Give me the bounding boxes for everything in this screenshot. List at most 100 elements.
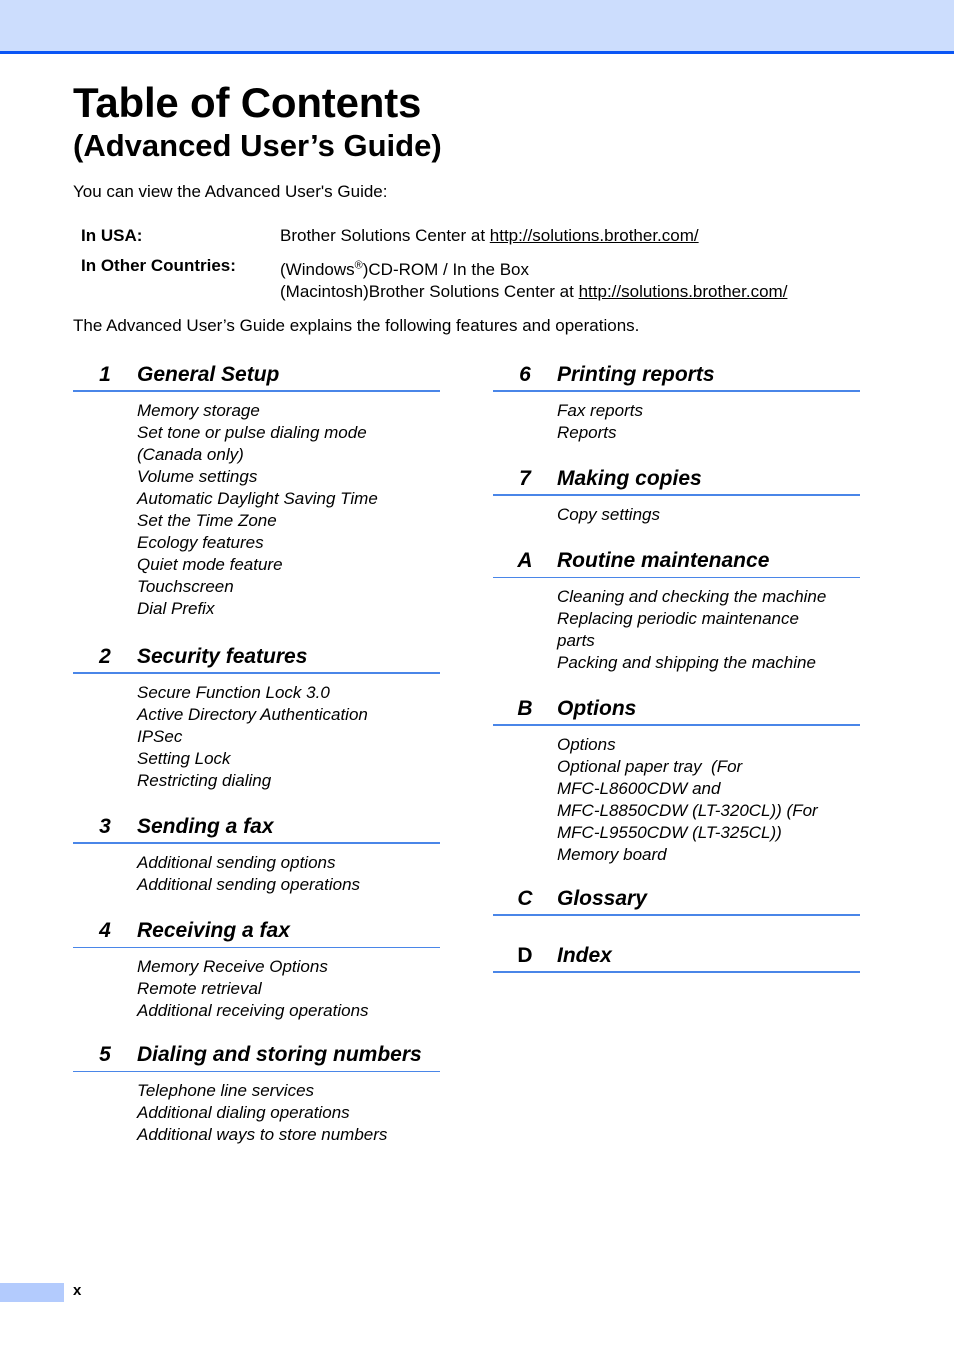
macintosh-label: (Macintosh)Brother Solutions Center at: [280, 282, 579, 301]
chapter-topic[interactable]: Memory Receive Options: [137, 956, 440, 978]
toc-column-right: 6 Printing reports Fax reports Reports 7 Maki…: [493, 360, 860, 973]
chapter-topic-list: Copy settings: [493, 496, 860, 526]
chapter-topic[interactable]: Additional dialing operations: [137, 1102, 440, 1124]
chapter-title[interactable]: Dialing and storing numbers: [137, 1040, 422, 1070]
chapter-topic[interactable]: Memory board: [557, 844, 860, 866]
chapter-topic[interactable]: Additional ways to store numbers: [137, 1124, 440, 1146]
chapter-heading[interactable]: 2 Security features: [73, 642, 440, 674]
chapter-topic[interactable]: Packing and shipping the machine: [557, 652, 860, 674]
chapter-number: 5: [99, 1043, 111, 1066]
chapter-topic[interactable]: Automatic Daylight Saving Time: [137, 488, 440, 510]
solutions-center-link-usa[interactable]: http://solutions.brother.com/: [490, 226, 699, 245]
chapter-heading[interactable]: 4 Receiving a fax: [73, 916, 440, 948]
chapter-topic[interactable]: MFC-L8600CDW and: [557, 778, 860, 800]
chapter-topic[interactable]: Reports: [557, 422, 860, 444]
chapter-title[interactable]: Making copies: [557, 464, 702, 494]
chapter-topic[interactable]: Cleaning and checking the machine: [557, 586, 860, 608]
chapter-number: C: [517, 887, 533, 910]
chapter-topic[interactable]: Options: [557, 734, 860, 756]
chapter-topic[interactable]: Replacing periodic maintenance: [557, 608, 860, 630]
chapter-topic[interactable]: Secure Function Lock 3.0: [137, 682, 440, 704]
location-other-line1: (Windows®)CD-ROM / In the Box: [280, 259, 787, 281]
chapter-topic[interactable]: (Canada only): [137, 444, 440, 466]
chapter-title[interactable]: General Setup: [137, 360, 279, 390]
chapter-topic[interactable]: Optional paper tray (For: [557, 756, 860, 778]
chapter-heading[interactable]: A Routine maintenance: [493, 546, 860, 578]
chapter-topic[interactable]: Additional sending options: [137, 852, 440, 874]
chapter-heading[interactable]: 1 General Setup: [73, 360, 440, 392]
chapter-topic[interactable]: Restricting dialing: [137, 770, 440, 792]
chapter-topic[interactable]: MFC-L9550CDW (LT-325CL)): [557, 822, 860, 844]
chapter-topic[interactable]: Setting Lock: [137, 748, 440, 770]
chapter-topic[interactable]: Additional receiving operations: [137, 1000, 440, 1022]
chapter-topic[interactable]: IPSec: [137, 726, 440, 748]
chapter-heading[interactable]: D Index: [493, 941, 860, 973]
chapter-section: C Glossary: [493, 884, 860, 916]
cdrom-label: )CD-ROM / In the Box: [362, 260, 529, 279]
chapter-topic[interactable]: Set the Time Zone: [137, 510, 440, 532]
chapter-topic[interactable]: Volume settings: [137, 466, 440, 488]
chapter-number: 3: [99, 815, 111, 838]
registered-mark: ®: [354, 259, 363, 272]
chapter-number: 6: [519, 363, 531, 386]
location-usa-prefix: Brother Solutions Center at: [280, 226, 490, 245]
chapter-heading[interactable]: C Glossary: [493, 884, 860, 916]
chapter-topic[interactable]: Set tone or pulse dialing mode: [137, 422, 440, 444]
chapter-topic[interactable]: Active Directory Authentication: [137, 704, 440, 726]
chapter-topic-list: Options Optional paper tray (For MFC-L8600…: [493, 726, 860, 866]
toc-column-left: 1 General Setup Memory storage Set tone or …: [73, 360, 440, 1146]
chapter-heading[interactable]: 7 Making copies: [493, 464, 860, 496]
chapter-topic[interactable]: Fax reports: [557, 400, 860, 422]
chapter-topic[interactable]: Remote retrieval: [137, 978, 440, 1000]
chapter-topic[interactable]: Dial Prefix: [137, 598, 440, 620]
location-text-usa: Brother Solutions Center at http://solut…: [280, 225, 699, 247]
explain-text: The Advanced User’s Guide explains the f…: [73, 316, 640, 335]
chapter-heading[interactable]: 5 Dialing and storing numbers: [73, 1040, 440, 1072]
chapter-heading[interactable]: B Options: [493, 694, 860, 726]
chapter-section: 3 Sending a fax Additional sending options…: [73, 812, 440, 896]
page-title: Table of Contents: [73, 79, 422, 126]
chapter-topic[interactable]: Telephone line services: [137, 1080, 440, 1102]
chapter-title[interactable]: Printing reports: [557, 360, 715, 390]
chapter-section: 6 Printing reports Fax reports Reports: [493, 360, 860, 444]
location-label-other: In Other Countries:: [81, 256, 236, 275]
chapter-section: 4 Receiving a fax Memory Receive Options Re…: [73, 916, 440, 1022]
chapter-section: 5 Dialing and storing numbers Telephone li…: [73, 1040, 440, 1146]
chapter-topic-list: Cleaning and checking the machine Replaci…: [493, 578, 860, 674]
chapter-number: B: [517, 697, 533, 720]
chapter-topic[interactable]: Touchscreen: [137, 576, 440, 598]
chapter-topic-list: Fax reports Reports: [493, 392, 860, 444]
chapter-title[interactable]: Options: [557, 694, 636, 724]
chapter-topic[interactable]: Copy settings: [557, 504, 860, 526]
footer-tab: [0, 1283, 64, 1302]
chapter-section: A Routine maintenance Cleaning and checkin…: [493, 546, 860, 674]
chapter-topic[interactable]: Additional sending operations: [137, 874, 440, 896]
chapter-number: D: [517, 944, 533, 967]
location-label-usa: In USA:: [81, 226, 143, 245]
chapter-number: 1: [99, 363, 111, 386]
location-text-other: (Windows®)CD-ROM / In the Box (Macintosh…: [280, 259, 787, 303]
chapter-title[interactable]: Receiving a fax: [137, 916, 290, 946]
chapter-heading[interactable]: 6 Printing reports: [493, 360, 860, 392]
chapter-number: 7: [519, 467, 531, 490]
chapter-topic[interactable]: MFC-L8850CDW (LT-320CL)) (For: [557, 800, 860, 822]
chapter-section: 1 General Setup Memory storage Set tone or …: [73, 360, 440, 620]
page-subtitle: (Advanced User’s Guide): [73, 128, 442, 163]
chapter-title[interactable]: Index: [557, 941, 612, 971]
chapter-topic-list: Memory Receive Options Remote retrieval Ad…: [73, 948, 440, 1022]
chapter-topic[interactable]: Memory storage: [137, 400, 440, 422]
chapter-title[interactable]: Routine maintenance: [557, 546, 769, 576]
chapter-number: 2: [99, 645, 111, 668]
chapter-section: 7 Making copies Copy settings: [493, 464, 860, 526]
chapter-topic[interactable]: parts: [557, 630, 860, 652]
solutions-center-link-other[interactable]: http://solutions.brother.com/: [579, 282, 788, 301]
chapter-topic[interactable]: Quiet mode feature: [137, 554, 440, 576]
chapter-topic[interactable]: Ecology features: [137, 532, 440, 554]
chapter-heading[interactable]: 3 Sending a fax: [73, 812, 440, 844]
chapter-title[interactable]: Glossary: [557, 884, 647, 914]
chapter-topic-list: Telephone line services Additional dialin…: [73, 1072, 440, 1146]
chapter-topic-list: Memory storage Set tone or pulse dialing …: [73, 392, 440, 620]
chapter-title[interactable]: Security features: [137, 642, 307, 672]
chapter-section: 2 Security features Secure Function Lock 3…: [73, 642, 440, 792]
chapter-title[interactable]: Sending a fax: [137, 812, 274, 842]
